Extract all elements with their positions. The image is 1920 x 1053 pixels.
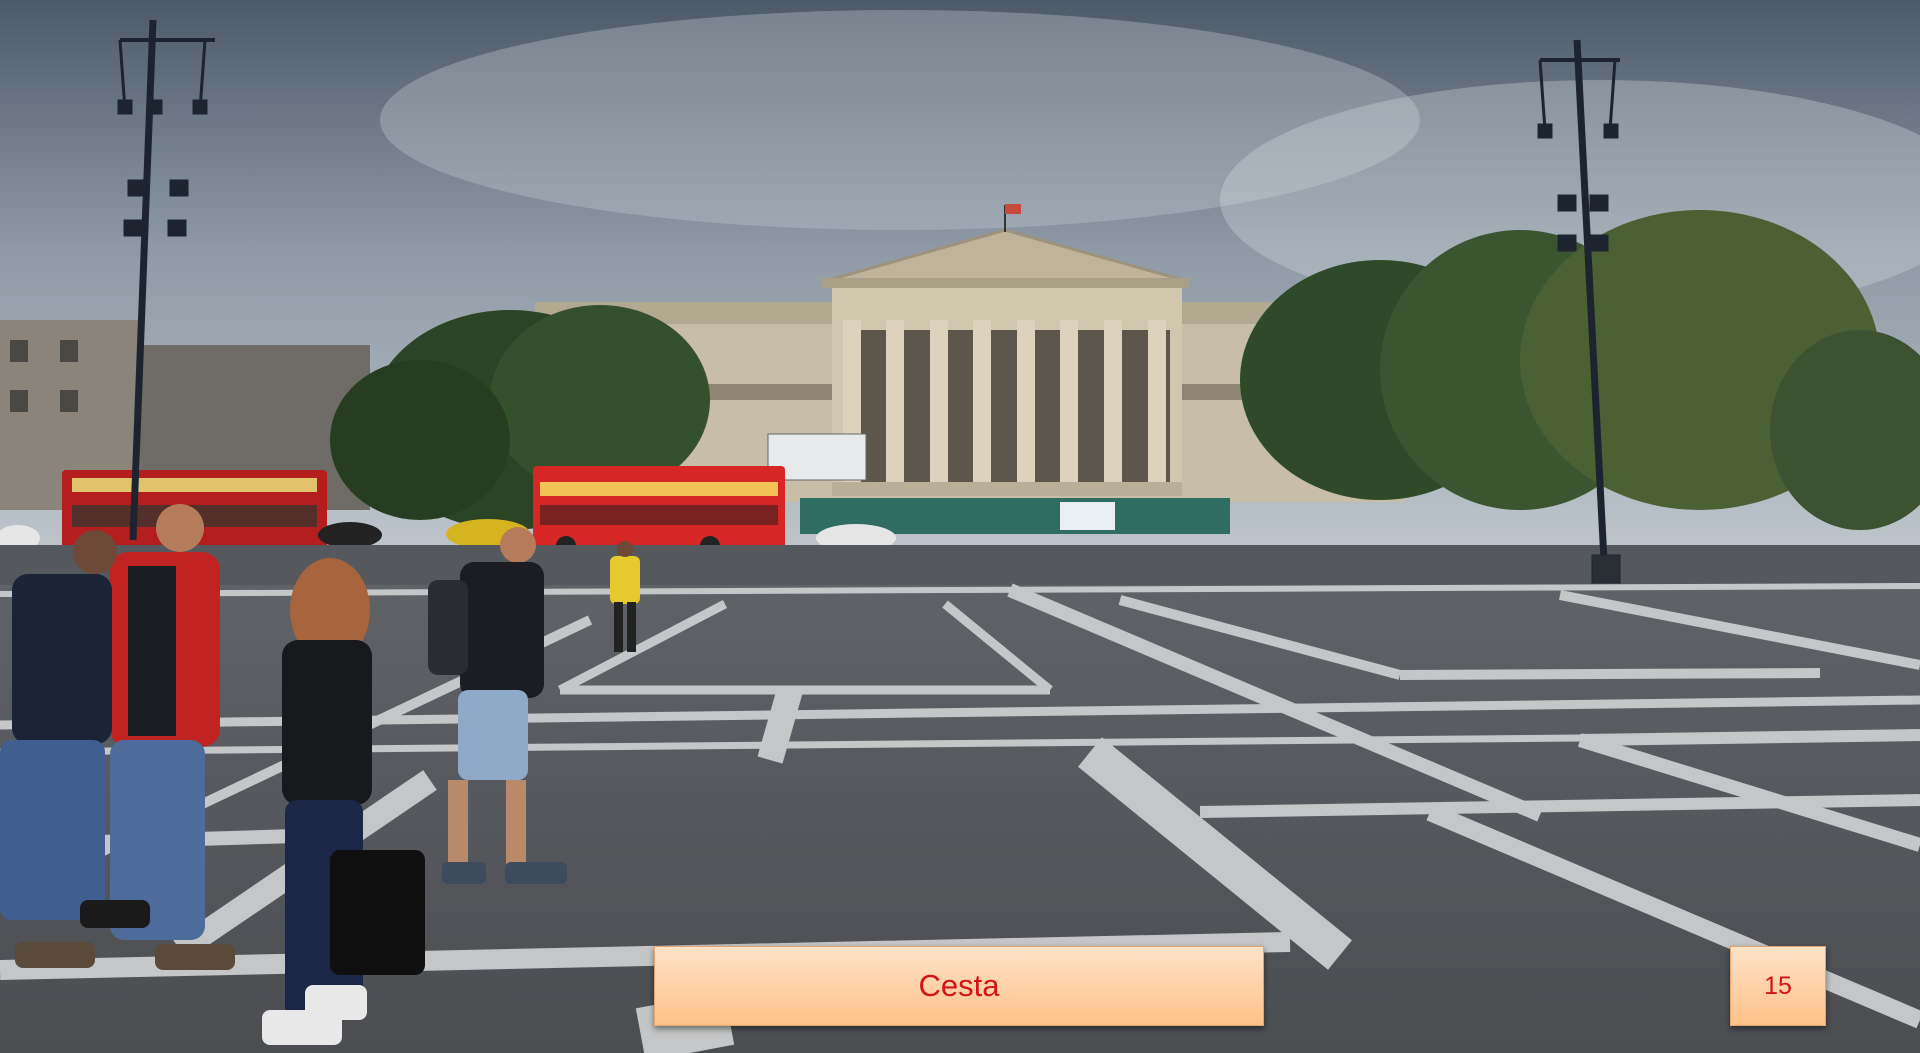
page-number: 15: [1730, 946, 1826, 1026]
tour-bus-center: [533, 466, 785, 556]
dark-car: [318, 522, 382, 548]
slide-photo: [0, 0, 1920, 1053]
slide-caption: Cesta: [654, 946, 1264, 1026]
flag: [1005, 204, 1021, 214]
road: [0, 545, 1920, 585]
